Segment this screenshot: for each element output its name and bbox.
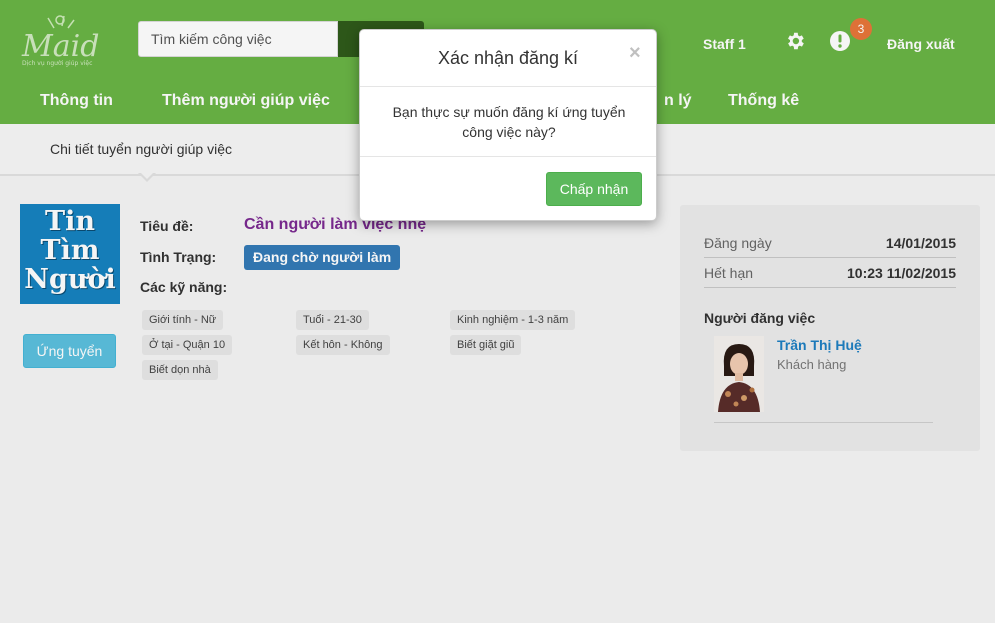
- close-icon[interactable]: ×: [629, 42, 641, 65]
- dialog-message: Bạn thực sự muốn đăng kí ứng tuyển công …: [392, 104, 626, 140]
- accept-button[interactable]: Chấp nhận: [546, 172, 642, 206]
- divider: [360, 86, 656, 87]
- dialog-title: Xác nhận đăng kí: [437, 48, 579, 68]
- confirm-dialog: Xác nhận đăng kí × Bạn thực sự muốn đăng…: [359, 29, 657, 221]
- divider: [360, 156, 656, 157]
